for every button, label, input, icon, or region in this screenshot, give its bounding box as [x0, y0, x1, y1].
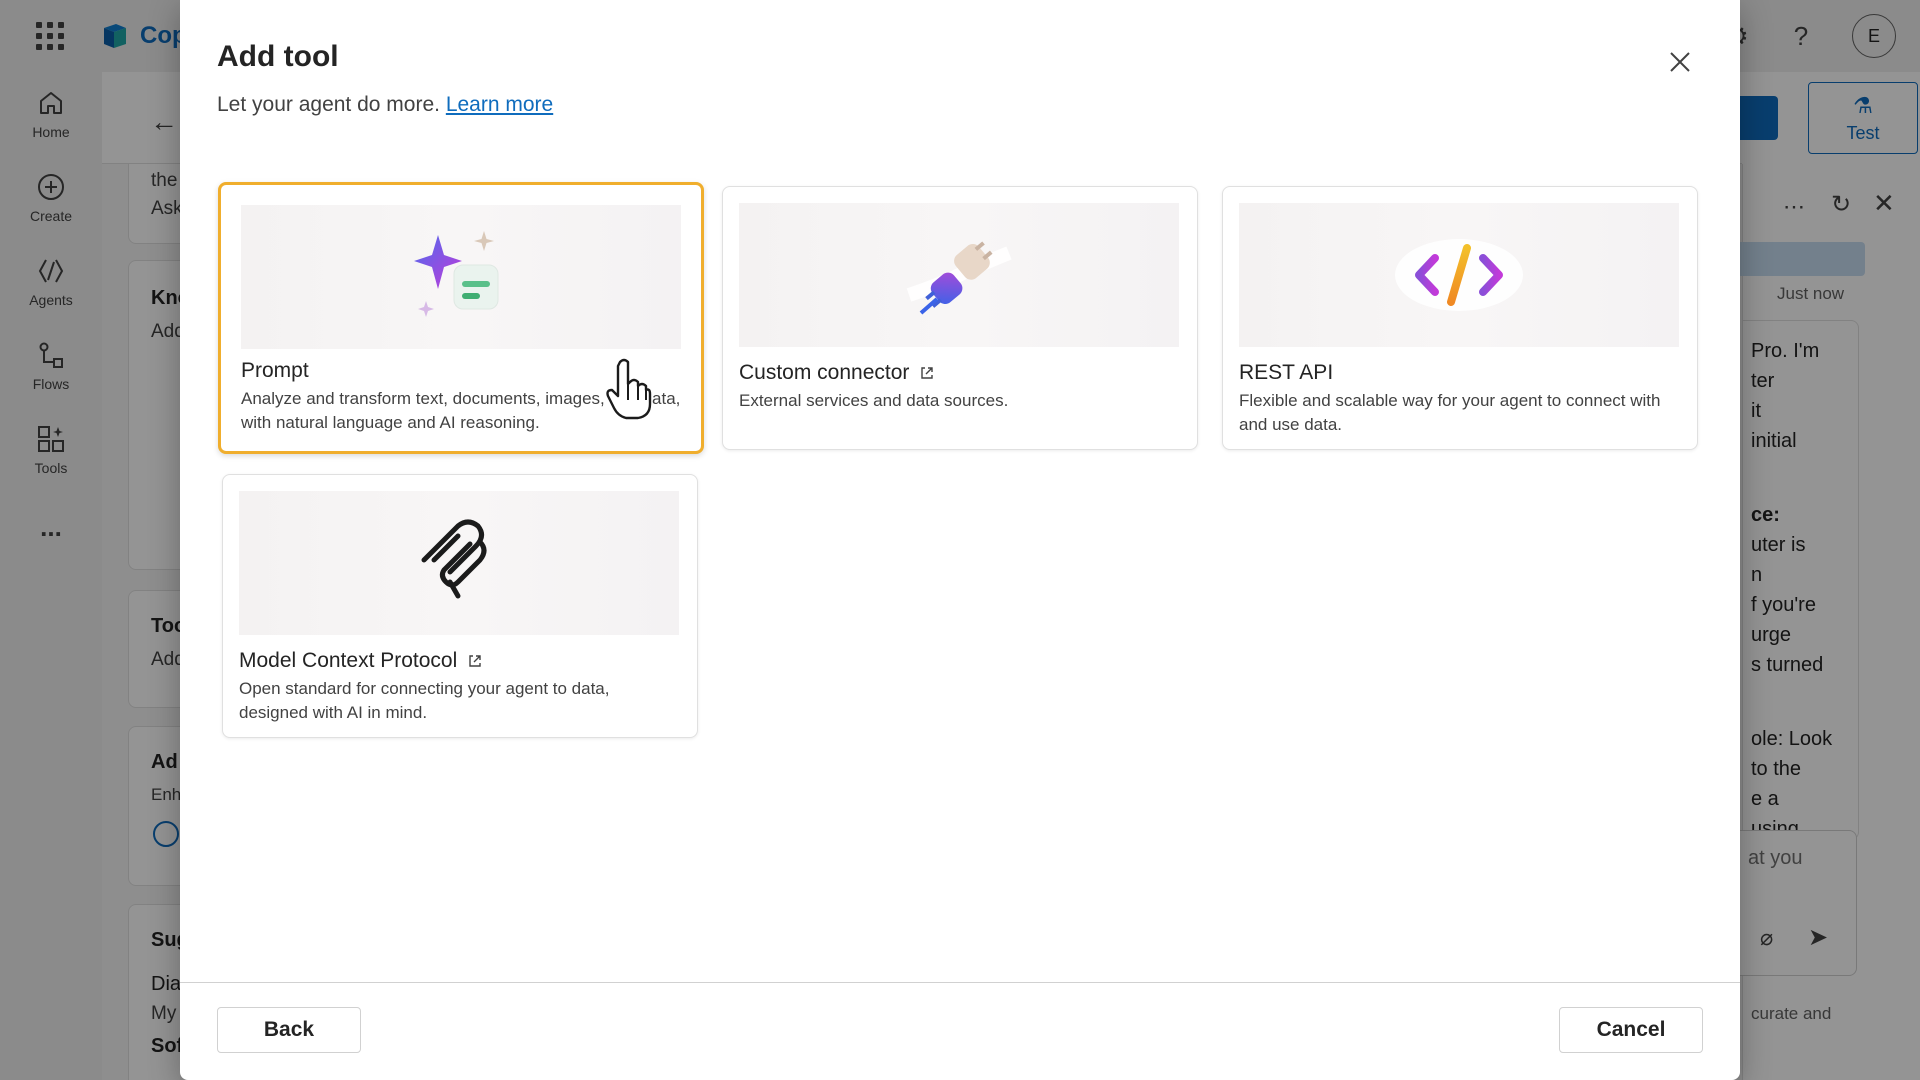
tool-card-mcp[interactable]: Model Context Protocol Open standard for… [222, 474, 698, 738]
close-icon [1670, 52, 1690, 72]
mcp-art [239, 491, 679, 635]
dialog-title: Add tool [217, 40, 339, 73]
dialog-footer-divider [180, 982, 1740, 983]
plug-icon [906, 241, 1012, 315]
tool-name-prompt: Prompt [241, 359, 309, 382]
tool-name-custom-connector-text: Custom connector [739, 361, 910, 384]
tool-desc-mcp: Open standard for connecting your agent … [239, 679, 610, 722]
cancel-button[interactable]: Cancel [1559, 1007, 1703, 1053]
mcp-icon [421, 519, 487, 599]
tool-desc-rest-api: Flexible and scalable way for your agent… [1239, 391, 1661, 434]
dialog-subtitle: Let your agent do more. Learn more [217, 93, 553, 117]
prompt-art [241, 205, 681, 349]
tool-card-custom-connector[interactable]: Custom connector External services and d… [722, 186, 1198, 450]
add-tool-dialog: Add tool Let your agent do more. Learn m… [180, 0, 1740, 1080]
tool-name-rest-api: REST API [1239, 361, 1334, 384]
connector-art [739, 203, 1179, 347]
close-button[interactable] [1664, 46, 1696, 78]
tool-name-mcp: Model Context Protocol [239, 649, 483, 673]
rest-api-art [1239, 203, 1679, 347]
tool-name-custom-connector: Custom connector [739, 361, 935, 385]
tool-name-mcp-text: Model Context Protocol [239, 649, 458, 672]
tool-card-rest-api[interactable]: REST API Flexible and scalable way for y… [1222, 186, 1698, 450]
external-link-icon [921, 367, 934, 379]
learn-more-link[interactable]: Learn more [446, 93, 553, 116]
external-link-icon [469, 655, 481, 667]
hand-pointer-cursor-icon [606, 358, 652, 420]
tool-desc-custom-connector: External services and data sources. [739, 391, 1009, 410]
prompt-sparkle-icon [414, 231, 499, 317]
code-icon [1395, 239, 1523, 311]
dialog-subtitle-text: Let your agent do more. [217, 93, 440, 116]
back-button[interactable]: Back [217, 1007, 361, 1053]
